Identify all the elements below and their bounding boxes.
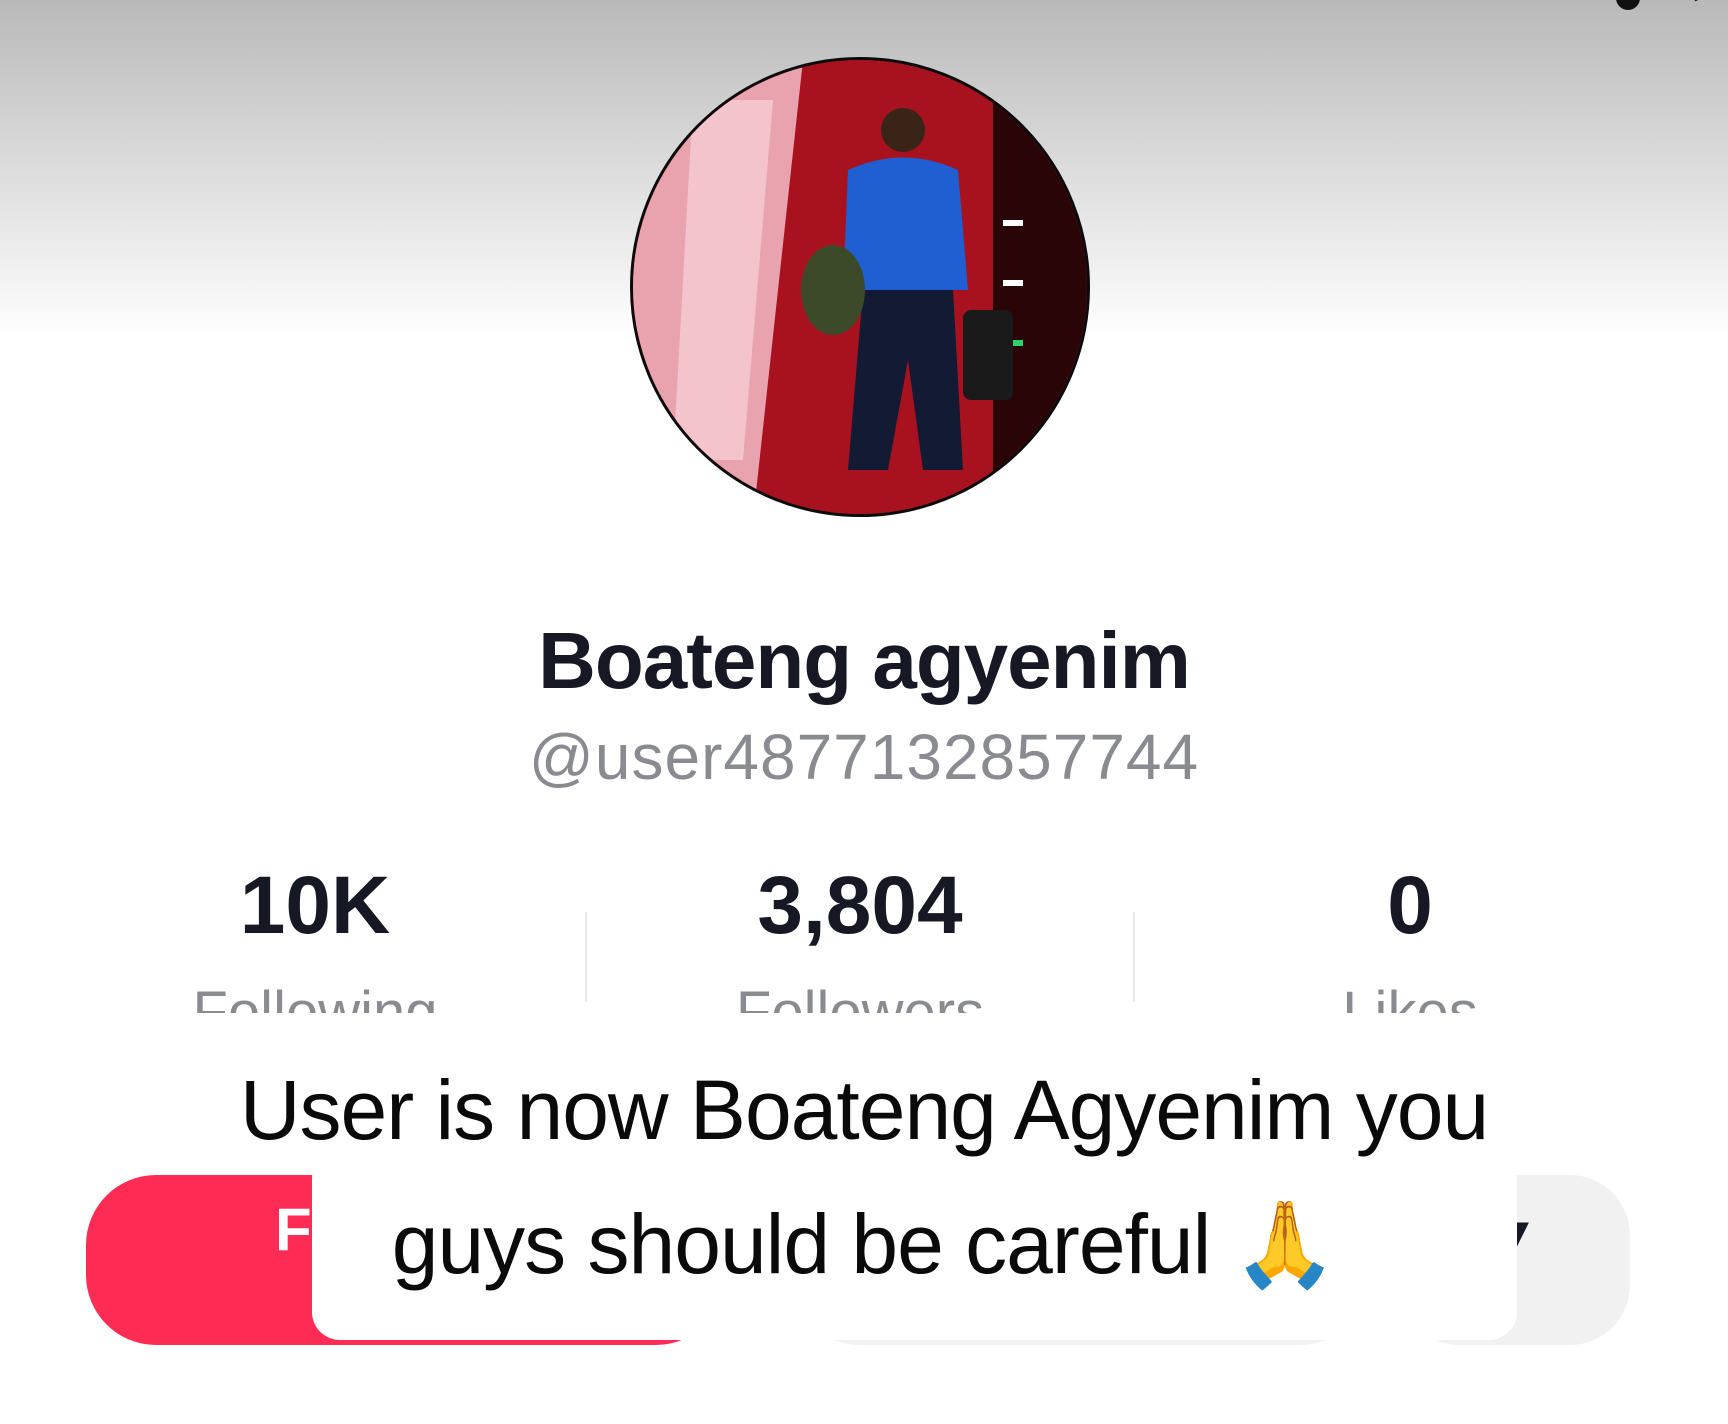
likes-count: 0 [1387, 860, 1433, 951]
caption-line-2: guys should be careful 🙏 [0, 1195, 1728, 1294]
likes-stat[interactable]: 0 Likes [1160, 860, 1660, 1014]
following-count: 10K [239, 860, 391, 951]
praying-hands-icon: 🙏 [1232, 1195, 1338, 1293]
caption-line-2-text: guys should be careful [391, 1197, 1212, 1291]
followers-label: Followers [735, 980, 985, 1013]
followers-stat[interactable]: 3,804 Followers [610, 860, 1110, 1014]
stat-divider [1133, 912, 1135, 1002]
status-icons [1616, 0, 1698, 10]
display-name: Boateng agyenim [538, 616, 1191, 705]
username-handle: @user4877132857744 [528, 721, 1200, 793]
stat-divider [585, 912, 587, 1002]
likes-label: Likes [1342, 980, 1478, 1013]
following-label: Following [192, 980, 438, 1013]
profile-avatar[interactable] [630, 57, 1090, 517]
caption-line-1: User is now Boateng Agyenim you [239, 1063, 1489, 1157]
following-stat[interactable]: 10K Following [65, 860, 565, 1014]
followers-count: 3,804 [757, 860, 963, 951]
